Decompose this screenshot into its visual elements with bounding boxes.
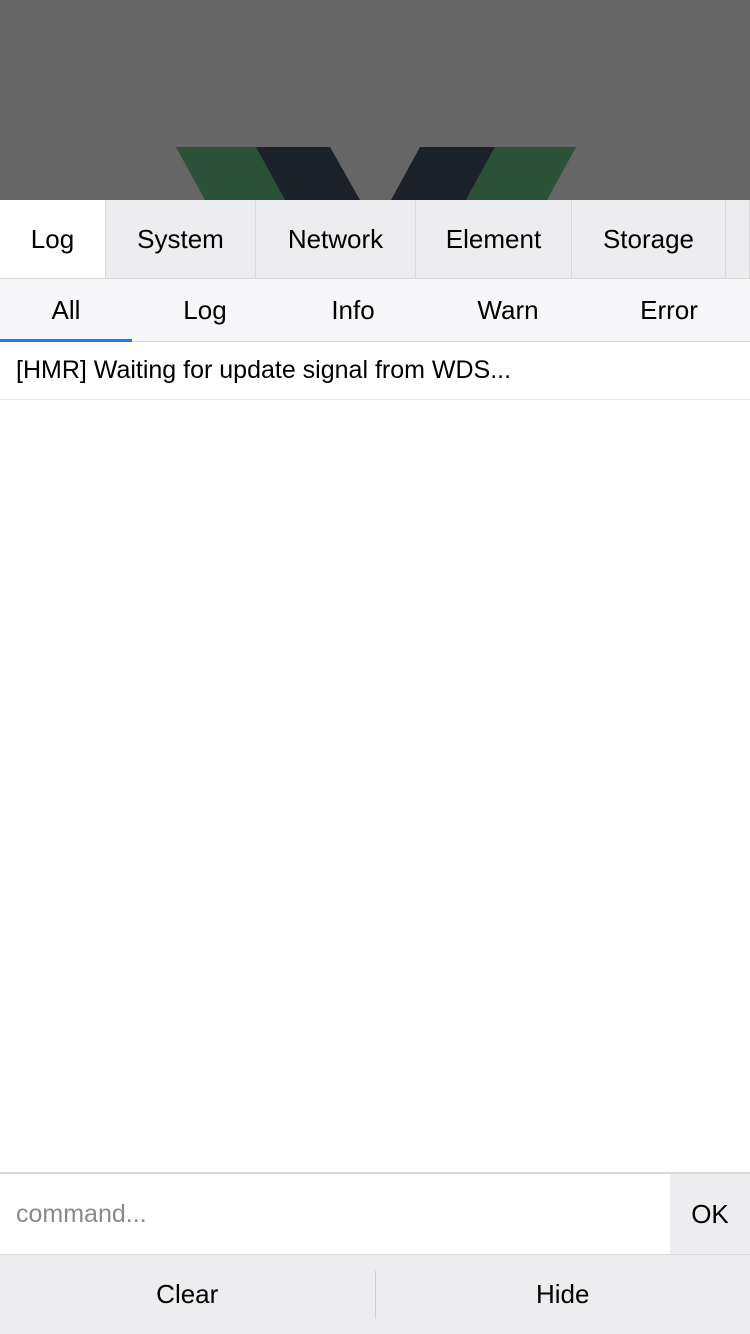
tab-label: Storage — [602, 223, 695, 254]
tab-storage[interactable]: Storage — [572, 200, 726, 278]
hide-button[interactable]: Hide — [376, 1255, 750, 1334]
vue-logo-icon — [176, 147, 576, 200]
tab-label: System — [137, 223, 224, 254]
filter-info[interactable]: Info — [278, 279, 428, 341]
tab-label: Element — [445, 223, 542, 254]
log-filter-bar: All Log Info Warn Error — [0, 279, 750, 342]
log-entry-text: [HMR] Waiting for update signal from WDS… — [16, 356, 512, 384]
footer-toolbar: Clear Hide — [0, 1255, 750, 1334]
tab-network[interactable]: Network — [256, 200, 416, 278]
hide-button-label: Hide — [536, 1279, 590, 1309]
filter-all[interactable]: All — [0, 279, 132, 342]
filter-label: Info — [331, 294, 375, 325]
tab-element[interactable]: Element — [416, 200, 572, 278]
filter-log[interactable]: Log — [132, 279, 278, 341]
log-list[interactable]: [HMR] Waiting for update signal from WDS… — [0, 342, 750, 1172]
vconsole-panel: Log System Network Element Storage All L… — [0, 200, 750, 1334]
clear-button-label: Clear — [156, 1279, 219, 1309]
command-bar: OK — [0, 1172, 750, 1255]
tab-label: Log — [30, 223, 75, 254]
filter-label: Error — [640, 294, 698, 325]
command-input[interactable] — [0, 1174, 670, 1254]
clear-button[interactable]: Clear — [0, 1255, 375, 1334]
filter-warn[interactable]: Warn — [428, 279, 588, 341]
main-tab-bar: Log System Network Element Storage — [0, 200, 750, 279]
filter-error[interactable]: Error — [588, 279, 750, 341]
tab-log[interactable]: Log — [0, 200, 106, 278]
log-entry: [HMR] Waiting for update signal from WDS… — [0, 342, 750, 400]
ok-button-label: OK — [691, 1198, 729, 1229]
tab-overflow[interactable] — [726, 200, 750, 278]
tab-system[interactable]: System — [106, 200, 256, 278]
tab-label: Network — [287, 223, 384, 254]
filter-label: All — [51, 294, 81, 325]
filter-label: Warn — [477, 294, 539, 325]
ok-button[interactable]: OK — [670, 1174, 750, 1254]
page-backdrop — [0, 0, 750, 200]
filter-label: Log — [183, 294, 227, 325]
